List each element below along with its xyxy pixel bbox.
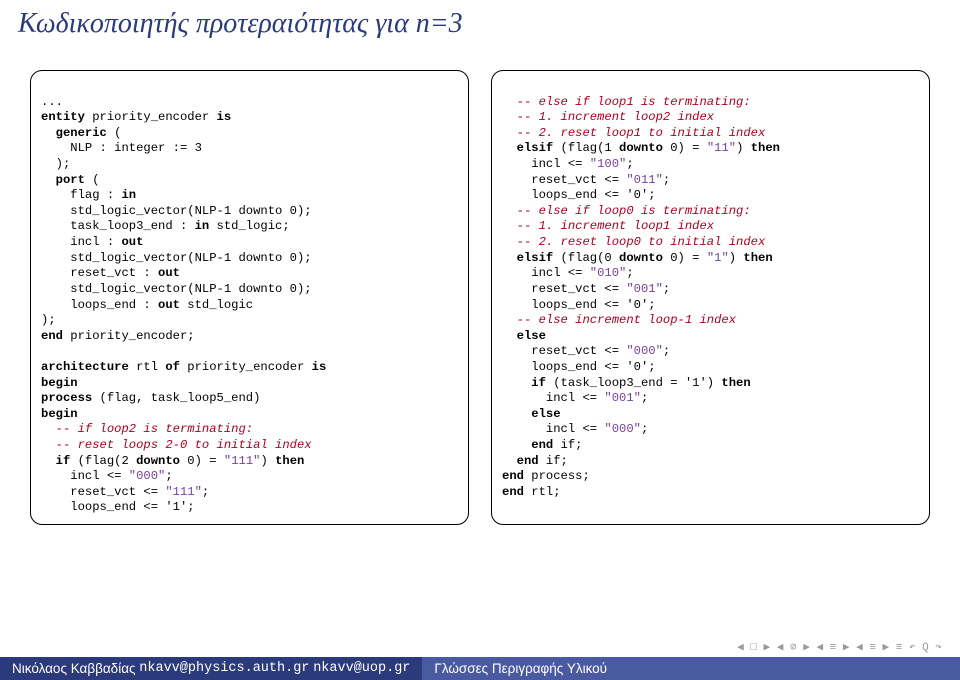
footer-course: Γλώσσες Περιγραφής Υλικού: [422, 657, 960, 680]
slide-title: Κωδικοποιητής προτεραιότητας για n=3: [0, 0, 960, 50]
footer: Νικόλαος Καββαδίας nkavv@physics.auth.gr…: [0, 657, 960, 680]
code-block-left: ... entity priority_encoder is generic (…: [30, 70, 469, 525]
nav-icons: ◀ □ ▶ ◀ ⊘ ▶ ◀ ≡ ▶ ◀ ≡ ▶ ≡ ↶ Q ↷: [737, 640, 942, 654]
code-block-right: -- else if loop1 is terminating: -- 1. i…: [491, 70, 930, 525]
footer-author: Νικόλαος Καββαδίας nkavv@physics.auth.gr…: [0, 657, 422, 680]
content-area: ... entity priority_encoder is generic (…: [0, 50, 960, 525]
